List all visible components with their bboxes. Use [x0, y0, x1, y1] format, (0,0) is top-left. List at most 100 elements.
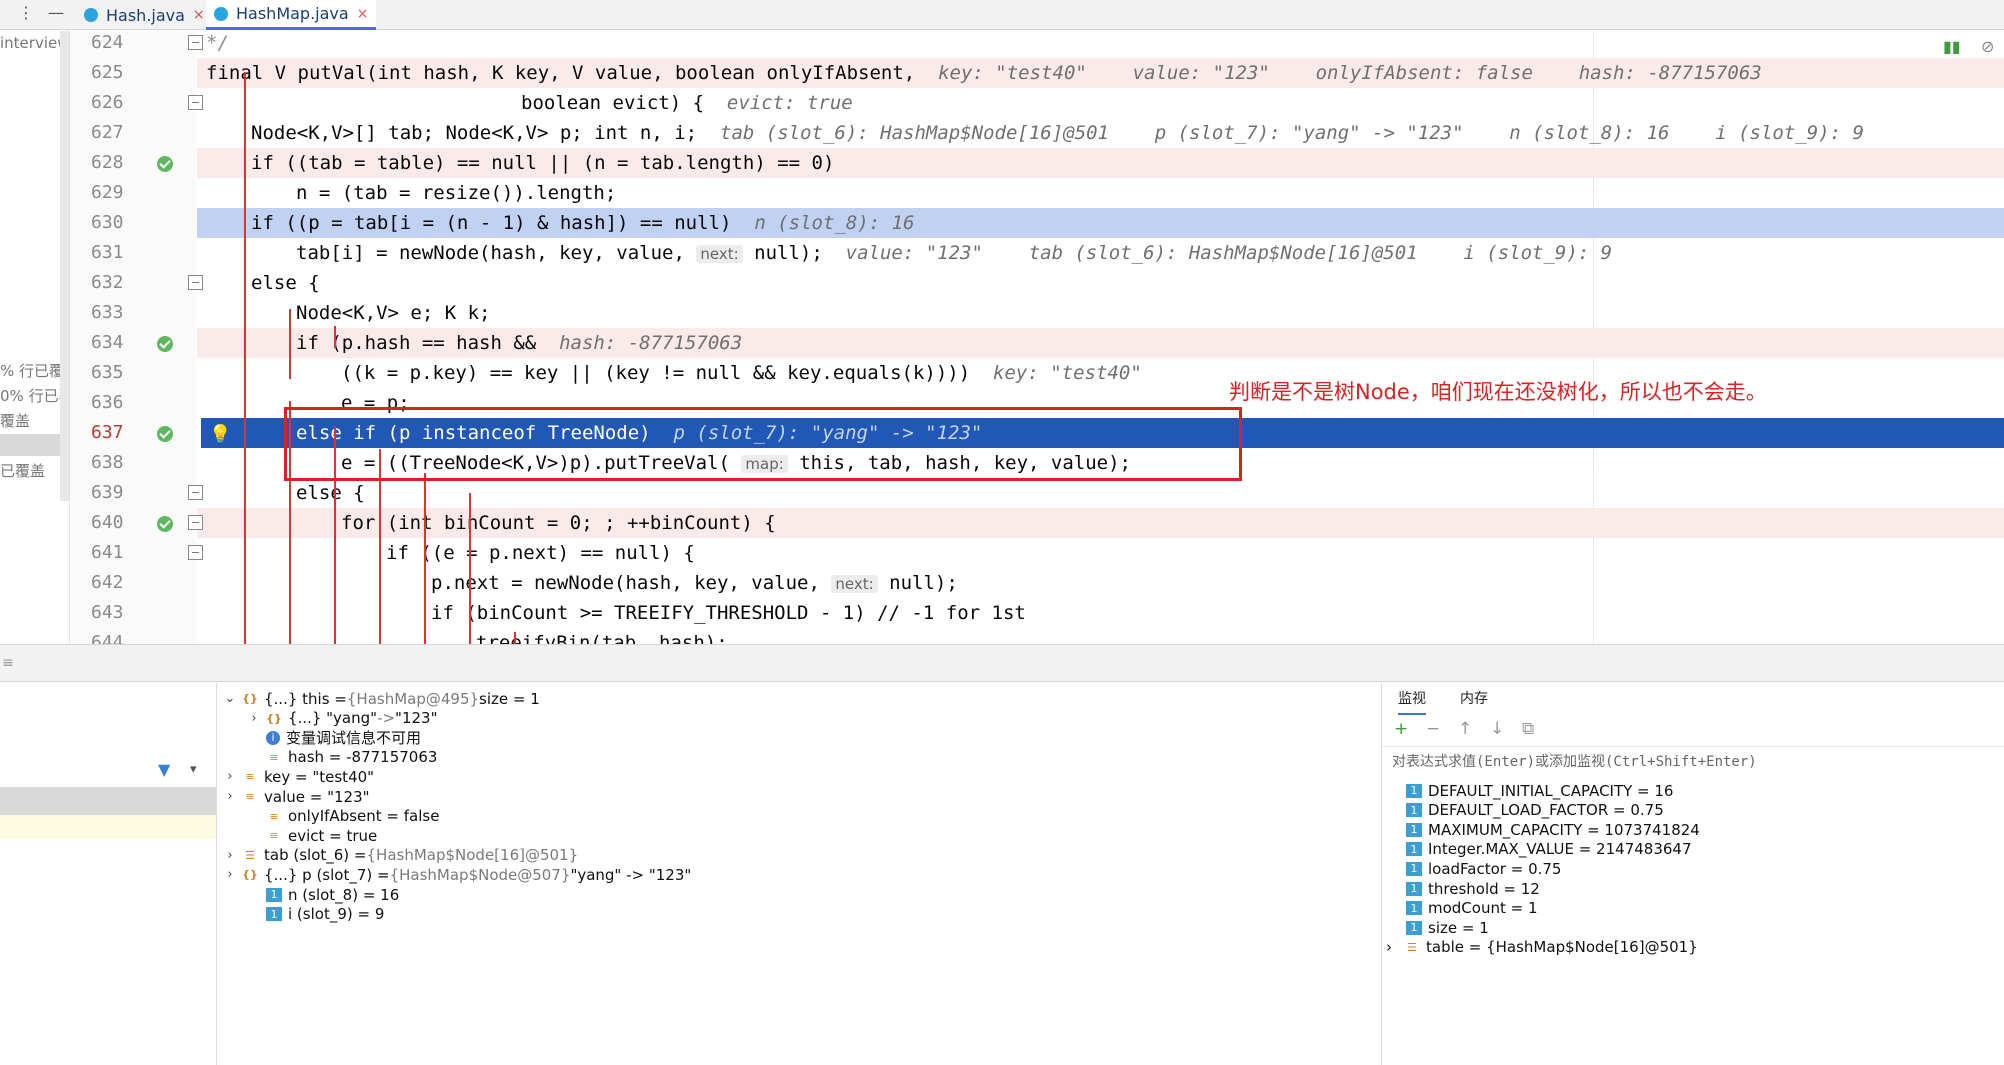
- code-line[interactable]: 626 boolean evict) { evict: true: [71, 88, 2004, 118]
- expand-arrow-icon[interactable]: ›: [218, 789, 242, 804]
- line-number[interactable]: 630: [91, 208, 151, 238]
- scrollbar[interactable]: [60, 31, 69, 501]
- code-line[interactable]: 625 final V putVal(int hash, K key, V val…: [71, 58, 2004, 88]
- line-number[interactable]: 640: [91, 508, 151, 538]
- line-number[interactable]: 625: [91, 58, 151, 88]
- line-number[interactable]: 632: [91, 268, 151, 298]
- coverage-check-icon: [157, 156, 173, 172]
- fold-icon[interactable]: [188, 545, 203, 560]
- tab-watch[interactable]: 监视: [1398, 683, 1426, 715]
- watch-item[interactable]: › ☰ table = {HashMap$Node[16]@501}: [1386, 935, 1698, 960]
- variable-type-icon: {}: [266, 711, 282, 725]
- reader-mode-icon[interactable]: ▮▮: [1943, 37, 1961, 56]
- code-line[interactable]: 627 Node<K,V>[] tab; Node<K,V> p; int n, …: [71, 118, 2004, 148]
- line-number[interactable]: 626: [91, 88, 151, 118]
- coverage-item[interactable]: 已覆盖: [0, 460, 45, 481]
- code-text: ((k = p.key) == key || (key != null && k…: [341, 358, 1142, 388]
- code-text: n = (tab = resize()).length;: [296, 178, 616, 208]
- line-number[interactable]: 644: [91, 628, 151, 644]
- code-line[interactable]: 644 treeifyBin(tab, hash);: [71, 628, 2004, 644]
- line-number[interactable]: 635: [91, 358, 151, 388]
- line-number[interactable]: 631: [91, 238, 151, 268]
- intention-bulb-icon[interactable]: 💡: [209, 420, 231, 450]
- move-up-icon[interactable]: ↑: [1458, 719, 1472, 739]
- tab-hash-java[interactable]: Hash.java ×: [76, 0, 213, 30]
- variable-type-icon: ≡: [269, 750, 279, 764]
- line-number[interactable]: 643: [91, 598, 151, 628]
- selected-frame[interactable]: [0, 787, 216, 815]
- expand-arrow-icon[interactable]: ›: [242, 711, 266, 726]
- fold-icon[interactable]: [188, 35, 203, 50]
- line-number[interactable]: 627: [91, 118, 151, 148]
- copy-icon[interactable]: ⧉: [1522, 719, 1534, 739]
- expand-arrow-icon[interactable]: ›: [218, 867, 242, 882]
- expand-arrow-icon[interactable]: ›: [1386, 938, 1404, 956]
- frame-row[interactable]: [0, 815, 216, 839]
- close-icon[interactable]: ×: [193, 7, 205, 23]
- watch-expression-input[interactable]: 对表达式求值(Enter)或添加监视(Ctrl+Shift+Enter): [1392, 751, 1757, 771]
- tab-hashmap-java[interactable]: HashMap.java ×: [206, 0, 377, 30]
- code-line[interactable]: 642 p.next = newNode(hash, key, value, ne…: [71, 568, 2004, 598]
- panel-splitter[interactable]: ≡: [0, 644, 2004, 682]
- expand-arrow-icon[interactable]: ⌄: [218, 691, 242, 706]
- filter-icon[interactable]: ▼: [158, 760, 170, 779]
- watch-type-icon: 1: [1406, 920, 1422, 935]
- tab-memory[interactable]: 内存: [1460, 683, 1488, 715]
- remove-icon[interactable]: −: [1426, 719, 1440, 739]
- line-number[interactable]: 634: [91, 328, 151, 358]
- variable-type-icon: {}: [242, 868, 258, 882]
- line-number[interactable]: 636: [91, 388, 151, 418]
- code-line[interactable]: 640 for (int binCount = 0; ; ++binCount) …: [71, 508, 2004, 538]
- line-number[interactable]: 639: [91, 478, 151, 508]
- line-number[interactable]: 641: [91, 538, 151, 568]
- fold-icon[interactable]: [188, 515, 203, 530]
- fold-icon[interactable]: [188, 275, 203, 290]
- code-line[interactable]: 641 if ((e = p.next) == null) {: [71, 538, 2004, 568]
- code-text: p.next = newNode(hash, key, value, next:…: [431, 568, 958, 599]
- line-number[interactable]: 637: [91, 418, 151, 448]
- close-icon[interactable]: ×: [357, 6, 369, 22]
- coverage-item[interactable]: 覆盖: [0, 410, 30, 431]
- line-number[interactable]: 624: [91, 31, 151, 58]
- code-line[interactable]: 624 */: [71, 31, 2004, 58]
- code-line[interactable]: 631 tab[i] = newNode(hash, key, value, ne…: [71, 238, 2004, 268]
- line-number[interactable]: 638: [91, 448, 151, 478]
- fold-icon[interactable]: [188, 485, 203, 500]
- line-number[interactable]: 642: [91, 568, 151, 598]
- code-statement: if ((p = tab[i = (n - 1) & hash]) == nul…: [251, 212, 732, 234]
- code-line[interactable]: 628 if ((tab = table) == null || (n = tab…: [71, 148, 2004, 178]
- variable-name: i (slot_9) = 9: [288, 905, 385, 924]
- code-line[interactable]: 639 else {: [71, 478, 2004, 508]
- variable-type-icon: {}: [242, 692, 258, 705]
- hide-icon[interactable]: ⊘: [1981, 37, 1994, 56]
- coverage-check-icon: [157, 426, 173, 442]
- code-line[interactable]: 630 if ((p = tab[i = (n - 1) & hash]) == …: [71, 208, 2004, 238]
- inline-debug-value: n (slot_8): 16: [754, 212, 915, 234]
- project-coverage-panel: interview % 行已覆盖 0% 行已覆盖 覆盖 已覆盖: [0, 31, 70, 644]
- variable-type-icon: 1: [266, 907, 282, 922]
- line-number[interactable]: 629: [91, 178, 151, 208]
- drag-handle-icon[interactable]: ≡: [2, 655, 14, 671]
- add-icon[interactable]: +: [1394, 719, 1408, 739]
- more-options-icon[interactable]: ⋮: [18, 3, 34, 22]
- expand-arrow-icon[interactable]: ›: [218, 769, 242, 784]
- inline-debug-value: tab (slot_6): HashMap$Node[16]@501 p (sl…: [720, 122, 1864, 144]
- chevron-down-icon[interactable]: ▾: [190, 762, 197, 777]
- code-line[interactable]: 643 if (binCount >= TREEIFY_THRESHOLD - 1…: [71, 598, 2004, 628]
- code-line[interactable]: 632 else {: [71, 268, 2004, 298]
- minimize-icon[interactable]: —: [48, 3, 64, 22]
- line-number[interactable]: 633: [91, 298, 151, 328]
- line-number[interactable]: 628: [91, 148, 151, 178]
- param-hint: next:: [696, 245, 743, 263]
- code-line[interactable]: 629 n = (tab = resize()).length;: [71, 178, 2004, 208]
- variable-row[interactable]: 1 i (slot_9) = 9: [242, 902, 384, 927]
- code-line[interactable]: 634 if (p.hash == hash && hash: -87715706…: [71, 328, 2004, 358]
- code-line[interactable]: 633 Node<K,V> e; K k;: [71, 298, 2004, 328]
- fold-icon[interactable]: [188, 95, 203, 110]
- block-guide: [424, 473, 426, 644]
- code-editor[interactable]: 624 */ 625 final V putVal(int hash, K key, …: [71, 31, 2004, 644]
- expand-arrow-icon[interactable]: ›: [218, 848, 242, 863]
- code-statement: if (binCount >= TREEIFY_THRESHOLD - 1) /…: [431, 602, 1026, 624]
- variable-type-icon: i: [266, 730, 280, 745]
- move-down-icon[interactable]: ↓: [1490, 719, 1504, 739]
